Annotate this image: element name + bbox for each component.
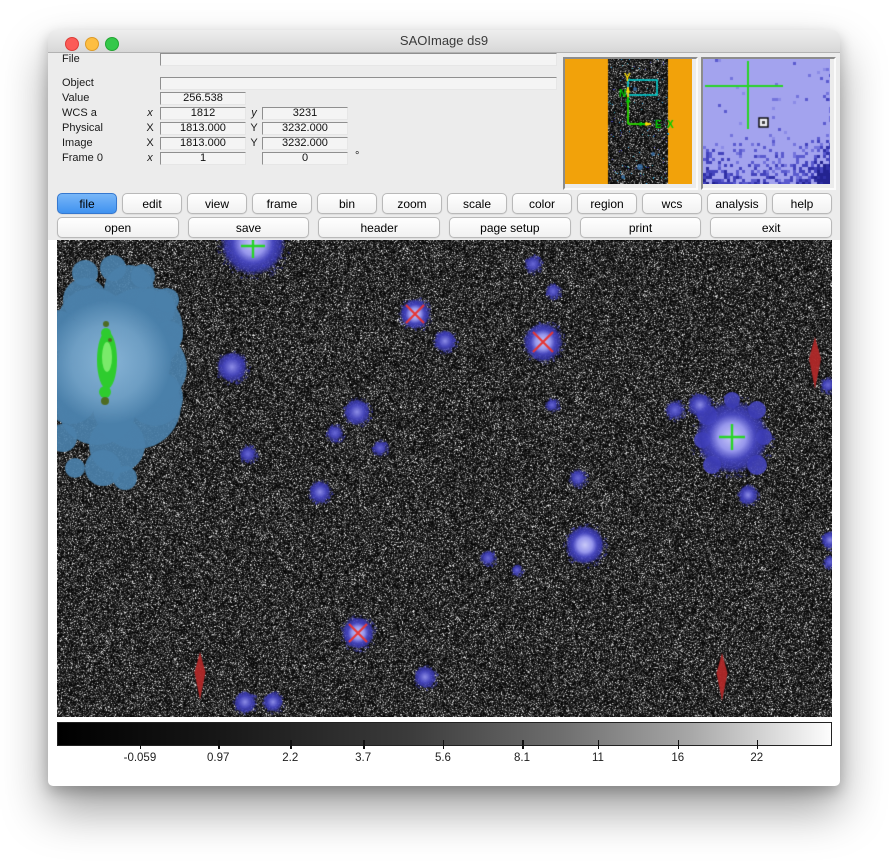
file-menu-button-print[interactable]: print <box>580 217 702 238</box>
fits-image-display[interactable] <box>57 240 832 717</box>
menu-button-file[interactable]: file <box>57 193 117 214</box>
image-y-field: 3232.000 <box>262 137 348 150</box>
wcs-x-label: x <box>144 107 156 120</box>
colorbar-tick-label: 0.97 <box>207 752 229 764</box>
physical-y-label: Y <box>248 122 260 135</box>
degree-symbol: ° <box>355 150 359 163</box>
frame-label: Frame 0 <box>62 152 103 165</box>
menu-button-wcs[interactable]: wcs <box>642 193 702 214</box>
colorbar-tick-label: 3.7 <box>355 752 371 764</box>
menu-button-help[interactable]: help <box>772 193 832 214</box>
menu-button-view[interactable]: view <box>187 193 247 214</box>
colorbar-tick-label: 16 <box>671 752 684 764</box>
physical-y-field: 3232.000 <box>262 122 348 135</box>
file-field <box>160 53 557 66</box>
panner-widget[interactable] <box>565 59 692 184</box>
app-window: SAOImage ds9 File Object Value 256.538 W… <box>48 30 840 786</box>
value-field: 256.538 <box>160 92 246 105</box>
menu-bar: fileeditviewframebinzoomscalecolorregion… <box>57 193 832 214</box>
object-field <box>160 77 557 90</box>
titlebar[interactable]: SAOImage ds9 <box>48 30 840 53</box>
image-x-field: 1813.000 <box>160 137 246 150</box>
menu-button-bin[interactable]: bin <box>317 193 377 214</box>
colorbar-tick-label: 22 <box>750 752 763 764</box>
frame-rotate-field: 0 <box>262 152 348 165</box>
magnifier-frame <box>701 57 836 190</box>
menu-button-zoom[interactable]: zoom <box>382 193 442 214</box>
value-label: Value <box>62 92 89 105</box>
wcs-x-field: 1812 <box>160 107 246 120</box>
file-menu-button-header[interactable]: header <box>318 217 440 238</box>
window-title: SAOImage ds9 <box>48 30 840 52</box>
physical-label: Physical <box>62 122 103 135</box>
file-menu-bar: open save header page setup print exit <box>57 217 832 238</box>
physical-x-field: 1813.000 <box>160 122 246 135</box>
menu-button-region[interactable]: region <box>577 193 637 214</box>
colorbar-tick-label: 8.1 <box>514 752 530 764</box>
menu-button-analysis[interactable]: analysis <box>707 193 767 214</box>
frame-zoom-field: 1 <box>160 152 246 165</box>
object-label: Object <box>62 77 94 90</box>
colorbar[interactable] <box>57 722 832 746</box>
colorbar-tick-label: -0.059 <box>124 752 157 764</box>
colorbar-tick-label: 5.6 <box>435 752 451 764</box>
menu-button-edit[interactable]: edit <box>122 193 182 214</box>
file-menu-button-page-setup[interactable]: page setup <box>449 217 571 238</box>
magnifier-widget[interactable] <box>703 59 830 184</box>
image-label: Image <box>62 137 93 150</box>
file-label: File <box>62 53 80 66</box>
colorbar-tick-label: 11 <box>592 752 604 764</box>
menu-button-scale[interactable]: scale <box>447 193 507 214</box>
wcs-label: WCS a <box>62 107 97 120</box>
image-x-label: X <box>144 137 156 150</box>
panner-frame <box>563 57 698 190</box>
physical-x-label: X <box>144 122 156 135</box>
file-menu-button-open[interactable]: open <box>57 217 179 238</box>
frame-x-label: x <box>144 152 156 165</box>
file-menu-button-save[interactable]: save <box>188 217 310 238</box>
menu-button-frame[interactable]: frame <box>252 193 312 214</box>
wcs-y-label: y <box>248 107 260 120</box>
menu-button-color[interactable]: color <box>512 193 572 214</box>
image-y-label: Y <box>248 137 260 150</box>
colorbar-tick-label: 2.2 <box>282 752 298 764</box>
file-menu-button-exit[interactable]: exit <box>710 217 832 238</box>
wcs-y-field: 3231 <box>262 107 348 120</box>
